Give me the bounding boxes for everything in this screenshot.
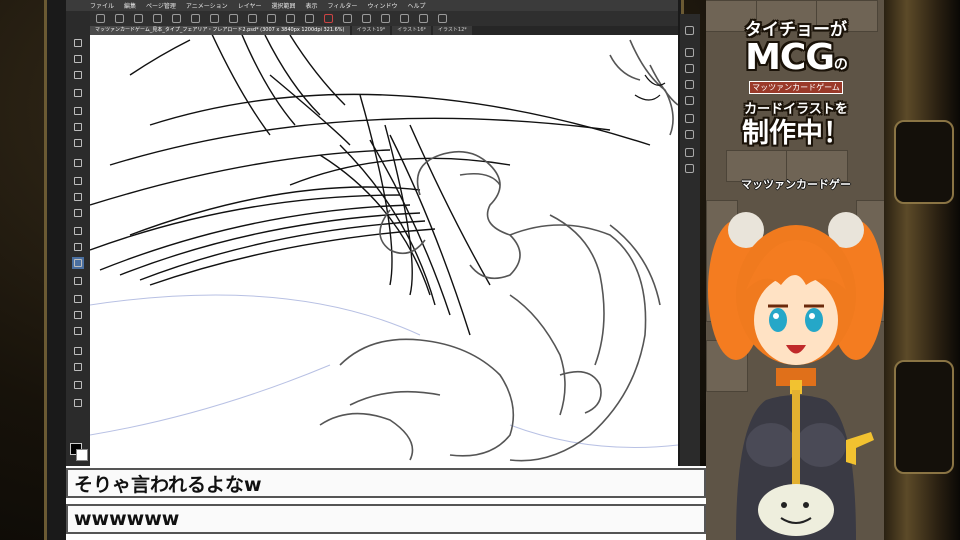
layer-panel-icon[interactable]: [685, 48, 694, 57]
ruler-icon[interactable]: [72, 345, 84, 357]
new-canvas-icon[interactable]: [115, 14, 124, 23]
balloon-icon[interactable]: [72, 379, 84, 391]
chat-message: そりゃ言われるよなw: [66, 468, 706, 498]
menu-window[interactable]: ウィンドウ: [367, 1, 397, 10]
navigator-icon[interactable]: [685, 64, 694, 73]
drawing-canvas[interactable]: [90, 35, 678, 466]
transform-icon[interactable]: [248, 14, 257, 23]
color-panel-icon[interactable]: [685, 80, 694, 89]
menu-file[interactable]: ファイル: [90, 1, 114, 10]
ruler-icon[interactable]: [400, 14, 409, 23]
tool-palette: [66, 11, 90, 466]
promo-mcg-caption: マッツァンカードゲーム: [749, 81, 843, 94]
lineart-sketch: [90, 35, 678, 462]
record-icon[interactable]: [324, 14, 333, 23]
snap-icon[interactable]: [286, 14, 295, 23]
brush-panel-icon[interactable]: [685, 96, 694, 105]
chat-message-text: wwwwww: [74, 508, 180, 530]
pen-icon[interactable]: [72, 175, 84, 187]
canvas-side-strip: [680, 14, 700, 466]
tab-illust19[interactable]: イラスト19*: [351, 26, 391, 35]
eraser-icon[interactable]: [72, 257, 84, 269]
redo-icon[interactable]: [210, 14, 219, 23]
hand-icon[interactable]: [72, 53, 84, 65]
correct-line-icon[interactable]: [72, 397, 84, 409]
tab-illust12[interactable]: イラスト12*: [433, 26, 472, 35]
brush-tool-icon[interactable]: [72, 207, 84, 219]
material-icon[interactable]: [685, 148, 694, 157]
menu-bar: ファイル 編集 ページ管理 アニメーション レイヤー 選択範囲 表示 フィルター…: [66, 0, 678, 11]
menu-page[interactable]: ページ管理: [146, 1, 176, 10]
chat-message-text: そりゃ言われるよなw: [74, 473, 262, 496]
menu-help[interactable]: ヘルプ: [407, 1, 425, 10]
zoom-icon[interactable]: [72, 37, 84, 49]
lasso-icon[interactable]: [419, 14, 428, 23]
pencil-icon[interactable]: [72, 191, 84, 203]
invert-icon[interactable]: [362, 14, 371, 23]
crop-icon[interactable]: [381, 14, 390, 23]
pixel-mascot-character: [708, 212, 884, 540]
select-rect-icon[interactable]: [72, 137, 84, 149]
menu-edit[interactable]: 編集: [124, 1, 136, 10]
promo-title: タイチョーが MCGの マッツァンカードゲーム カードイラストを 制作中！: [714, 20, 878, 150]
menu-layer[interactable]: レイヤー: [238, 1, 262, 10]
properties-icon[interactable]: [685, 130, 694, 139]
promo-mcg: MCGの: [745, 37, 848, 78]
rotate-icon[interactable]: [72, 69, 84, 81]
move-icon[interactable]: [72, 87, 84, 99]
chat-message: wwwwww: [66, 504, 706, 534]
frame-icon[interactable]: [72, 325, 84, 337]
promo-subtitle: マッツァンカードゲー: [741, 178, 851, 191]
background-color-swatch[interactable]: [76, 449, 88, 461]
subtool-icon[interactable]: [685, 164, 694, 173]
eyedropper-icon[interactable]: [72, 157, 84, 169]
menu-selection[interactable]: 選択範囲: [272, 1, 296, 10]
clear-icon[interactable]: [229, 14, 238, 23]
menu-icon[interactable]: [96, 14, 105, 23]
promo-line-4: 制作中！: [742, 118, 850, 149]
menu-animation[interactable]: アニメーション: [186, 1, 228, 10]
paint-app-window: ファイル 編集 ページ管理 アニメーション レイヤー 選択範囲 表示 フィルター…: [66, 0, 678, 466]
save-icon[interactable]: [172, 14, 181, 23]
close-icon[interactable]: [685, 26, 694, 35]
undo-icon[interactable]: [191, 14, 200, 23]
blend-icon[interactable]: [72, 241, 84, 253]
promo-panel: タイチョーが MCGの マッツァンカードゲーム カードイラストを 制作中！ マッ…: [706, 0, 884, 540]
tab-illust16[interactable]: イラスト16*: [392, 26, 432, 35]
history-icon[interactable]: [685, 114, 694, 123]
settings-icon[interactable]: [438, 14, 447, 23]
monitor-bezel-right: [884, 0, 960, 540]
text-icon[interactable]: [72, 361, 84, 373]
menu-view[interactable]: 表示: [306, 1, 318, 10]
menu-filter[interactable]: フィルター: [328, 1, 358, 10]
gradient-icon[interactable]: [72, 293, 84, 305]
fill-icon[interactable]: [72, 275, 84, 287]
document-tabs: マッツァンカードゲーム_見本_タイプ_フェアリア・フレアロード2.psd* (3…: [90, 26, 678, 35]
command-bar: [66, 11, 678, 26]
chat-overlay: そりゃ言われるよなw wwwwww: [66, 466, 706, 540]
promo-line-3: カードイラストを: [744, 102, 848, 117]
layer-icon[interactable]: [134, 14, 143, 23]
selection-icon[interactable]: [343, 14, 352, 23]
figure-icon[interactable]: [72, 309, 84, 321]
magic-wand-icon[interactable]: [72, 105, 84, 117]
grid-icon[interactable]: [267, 14, 276, 23]
tab-main-document[interactable]: マッツァンカードゲーム_見本_タイプ_フェアリア・フレアロード2.psd* (3…: [90, 26, 350, 35]
lasso-icon[interactable]: [72, 121, 84, 133]
folder-icon[interactable]: [153, 14, 162, 23]
airbrush-icon[interactable]: [72, 225, 84, 237]
flip-icon[interactable]: [305, 14, 314, 23]
